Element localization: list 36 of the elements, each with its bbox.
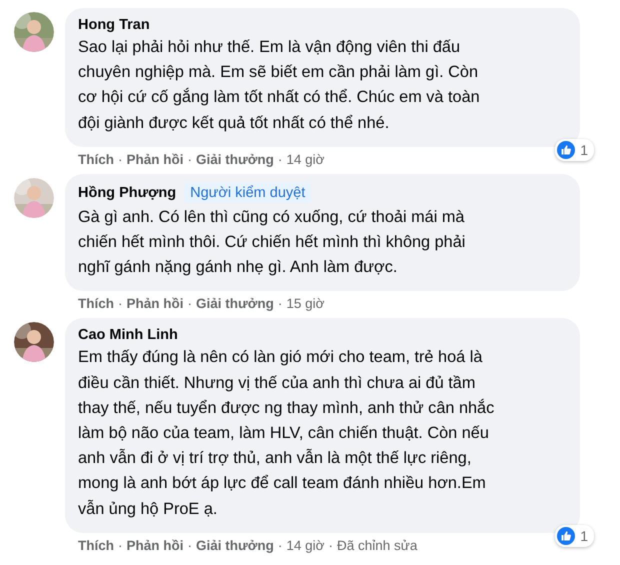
action-link[interactable]: Thích xyxy=(78,538,114,553)
separator-dot: · xyxy=(118,152,122,167)
action-link[interactable]: Giải thưởng xyxy=(196,296,274,312)
action-link[interactable]: Phản hồi xyxy=(126,538,184,553)
action-link[interactable]: Giải thưởng xyxy=(196,538,274,553)
reaction-count: 1 xyxy=(580,528,588,544)
comment-text: Sao lại phải hỏi như thế. Em là vận động viên thi đấu chuyên nghiệp mà. Em sẽ biết em cần phải làm gì. Còn cơ hội cứ cố gắng làm tốt nhất có thể. Chúc em và toàn đội giành được kết quả tốt nhất có thể nhé. xyxy=(78,37,481,134)
separator-dot: · xyxy=(188,152,192,167)
action-link[interactable]: Phản hồi xyxy=(126,152,184,167)
separator-dot: · xyxy=(118,538,122,553)
action-link[interactable]: Thích xyxy=(78,296,114,312)
separator-dot: · xyxy=(188,296,192,312)
thumbs-up-icon xyxy=(557,526,576,545)
edited-label: Đã chỉnh sửa xyxy=(337,538,418,553)
action-link[interactable]: Giải thưởng xyxy=(196,152,274,167)
author-name[interactable]: Cao Minh Linh xyxy=(78,327,178,344)
comment-text: Em thấy đúng là nên có làn gió mới cho team, trẻ hoá là điều cần thiết. Nhưng vị thế của anh thì chưa ai đủ tầm thay thế, nếu tuyển được ng thay mình, anh thử cân nhắc làm bộ não của team, làm HLV, cân chiến thuật. Còn nếu anh vẫn đi ở vị trí trợ thủ, anh vẫn là một thế lực riêng, mong là anh bớt áp lực để call team đánh nhiều hơn.Em vẫn ủng hộ ProE ạ. xyxy=(78,347,496,520)
author-name[interactable]: Hong Tran xyxy=(78,17,150,33)
thumbs-up-icon xyxy=(557,140,576,159)
reaction-pill[interactable]: 1 xyxy=(555,138,594,161)
timestamp[interactable]: 14 giờ xyxy=(286,152,325,167)
separator-dot: · xyxy=(278,152,282,167)
moderator-badge: Người kiểm duyệt xyxy=(184,182,312,203)
reaction-count: 1 xyxy=(580,142,588,158)
timestamp[interactable]: 15 giờ xyxy=(286,296,325,312)
action-link[interactable]: Phản hồi xyxy=(126,296,184,312)
separator-dot: · xyxy=(278,296,282,312)
author-name[interactable]: Hồng Phượng xyxy=(78,184,176,201)
timestamp[interactable]: 14 giờ xyxy=(286,538,325,553)
comment-text: Gà gì anh. Có lên thì cũng có xuống, cứ thoải mái mà chiến hết mình thôi. Cứ chiến hết mình thì không phải nghĩ gánh nặng gánh nhẹ gì. Anh làm được. xyxy=(78,206,466,278)
separator-dot: · xyxy=(118,296,122,312)
separator-dot: · xyxy=(278,538,282,553)
reaction-pill[interactable]: 1 xyxy=(555,524,594,547)
action-link[interactable]: Thích xyxy=(78,152,114,167)
separator-dot: · xyxy=(328,538,334,553)
separator-dot: · xyxy=(188,538,192,553)
